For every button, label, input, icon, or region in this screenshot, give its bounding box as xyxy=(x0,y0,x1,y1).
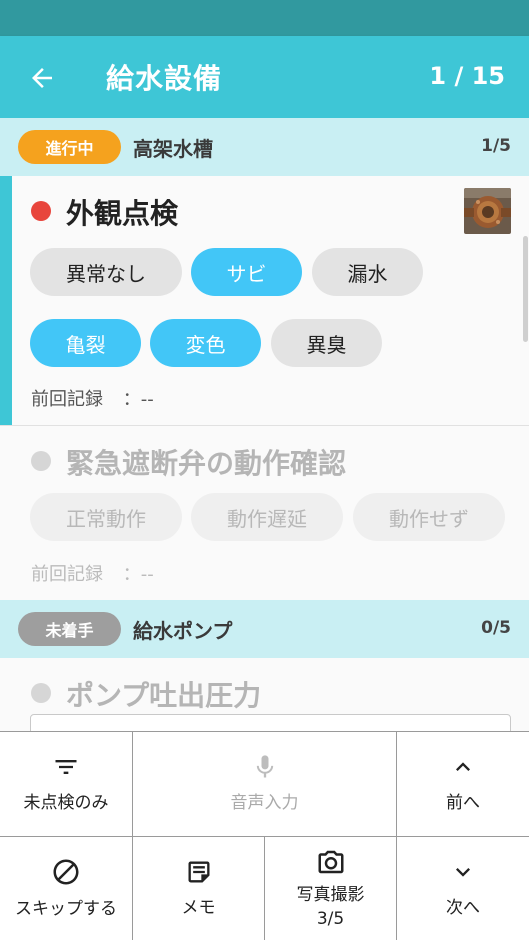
filter-label: 未点検のみ xyxy=(23,793,109,813)
skip-label: スキップする xyxy=(15,899,117,919)
status-badge: 進行中 xyxy=(18,130,121,164)
previous-label: 前へ xyxy=(446,793,480,813)
status-badge: 未着手 xyxy=(18,612,121,646)
scrollbar[interactable] xyxy=(523,236,528,342)
chip-no-abnormality[interactable]: 異常なし xyxy=(30,248,182,296)
next-label: 次へ xyxy=(446,898,480,918)
microphone-icon xyxy=(256,755,273,778)
status-dot xyxy=(31,201,51,221)
back-button[interactable] xyxy=(22,58,62,98)
app-bar: 給水設備 1 / 15 xyxy=(0,36,529,118)
skip-button[interactable]: スキップする xyxy=(0,837,133,940)
chip-delayed-operation[interactable]: 動作遅延 xyxy=(191,493,343,541)
previous-button[interactable]: 前へ xyxy=(397,732,529,837)
arrow-left-icon xyxy=(32,68,52,88)
previous-record: 前回記録 ：-- xyxy=(31,385,154,411)
status-dot xyxy=(31,451,51,471)
previous-record: 前回記録 ：-- xyxy=(31,560,154,586)
filter-unchecked-button[interactable]: 未点検のみ xyxy=(0,732,133,837)
camera-icon xyxy=(318,850,343,874)
previous-record-label: 前回記録 xyxy=(31,564,103,585)
chip-odor[interactable]: 異臭 xyxy=(271,319,382,367)
chip-no-operation[interactable]: 動作せず xyxy=(353,493,505,541)
page-counter: 1 / 15 xyxy=(429,62,505,90)
page-title: 給水設備 xyxy=(106,62,223,95)
section-name: 高架水槽 xyxy=(133,137,213,161)
bottom-toolbar: 未点検のみ 音声入力 前へ スキップする メモ 写真撮影 3/5 次へ xyxy=(0,731,529,940)
status-dot xyxy=(31,683,51,703)
section-header-water-pump[interactable]: 未着手 給水ポンプ 0/5 xyxy=(0,600,529,658)
chevron-down-icon xyxy=(456,868,470,877)
filter-icon xyxy=(55,760,77,774)
active-indicator xyxy=(0,176,12,425)
previous-record-label: 前回記録 xyxy=(31,389,103,410)
memo-label: メモ xyxy=(181,898,216,918)
chip-normal-operation[interactable]: 正常動作 xyxy=(30,493,182,541)
previous-record-value: ：-- xyxy=(122,389,154,410)
section-name: 給水ポンプ xyxy=(133,619,233,643)
chevron-up-icon xyxy=(456,762,470,771)
rusty-pipe-image xyxy=(464,188,511,234)
section-count: 0/5 xyxy=(481,618,511,638)
previous-record-value: ：-- xyxy=(122,564,154,585)
chip-discoloration[interactable]: 変色 xyxy=(150,319,261,367)
photo-count: 3/5 xyxy=(316,909,345,929)
chip-rust[interactable]: サビ xyxy=(191,248,302,296)
check-item-appearance: 外観点検 異常なし サビ 漏水 亀裂 変色 異臭 前回記録 ：-- xyxy=(0,176,529,425)
photo-label-text: 写真撮影 xyxy=(296,885,365,905)
voice-input-button[interactable]: 音声入力 xyxy=(133,732,397,837)
status-bar xyxy=(0,0,529,36)
item-title: 緊急遮断弁の動作確認 xyxy=(66,447,347,480)
next-button[interactable]: 次へ xyxy=(397,837,529,940)
photo-button[interactable]: 写真撮影 3/5 xyxy=(265,837,397,940)
chip-leak[interactable]: 漏水 xyxy=(312,248,423,296)
section-count: 1/5 xyxy=(481,136,511,156)
block-icon xyxy=(53,859,79,885)
note-icon xyxy=(188,861,209,883)
voice-input-label: 音声入力 xyxy=(230,793,299,813)
section-header-elevated-tank[interactable]: 進行中 高架水槽 1/5 xyxy=(0,118,529,176)
photo-thumbnail[interactable] xyxy=(464,188,511,234)
photo-label: 写真撮影 3/5 xyxy=(297,883,365,931)
check-item-emergency-valve[interactable]: 緊急遮断弁の動作確認 正常動作 動作遅延 動作せず 前回記録 ：-- xyxy=(0,426,529,600)
item-title: ポンプ吐出圧力 xyxy=(66,679,262,712)
memo-button[interactable]: メモ xyxy=(133,837,265,940)
chip-crack[interactable]: 亀裂 xyxy=(30,319,141,367)
item-title: 外観点検 xyxy=(66,197,179,230)
